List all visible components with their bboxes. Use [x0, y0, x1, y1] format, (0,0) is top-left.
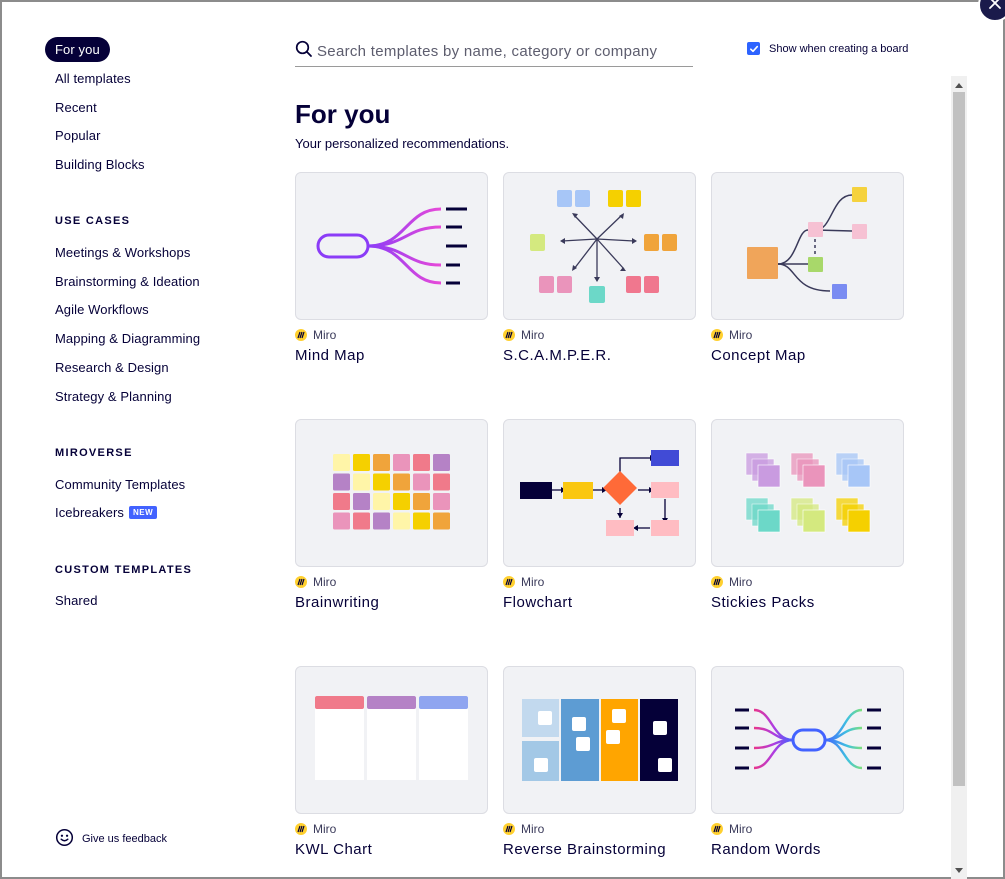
provider-name: Miro: [521, 822, 545, 836]
template-title: KWL Chart: [295, 841, 373, 858]
provider-name: Miro: [521, 575, 545, 589]
template-title: Reverse Brainstorming: [503, 841, 667, 858]
template-title: Brainwriting: [295, 594, 380, 611]
template-card-concept-map[interactable]: Miro Concept Map: [711, 172, 904, 364]
template-title: Flowchart: [503, 594, 573, 611]
sidebar-item-brainstorming[interactable]: Brainstorming & Ideation: [55, 274, 200, 289]
template-card-stickies-packs[interactable]: Miro Stickies Packs: [711, 419, 904, 611]
sidebar-item-label: Icebreakers: [55, 505, 125, 520]
template-card-kwl-chart[interactable]: Miro KWL Chart: [295, 666, 488, 858]
miro-logo-icon: [503, 576, 515, 588]
sidebar: For you All templates Recent Popular Bui…: [2, 2, 262, 879]
sidebar-item-community-templates[interactable]: Community Templates: [55, 477, 185, 492]
provider-name: Miro: [313, 575, 337, 589]
show-when-creating-toggle[interactable]: Show when creating a board: [747, 42, 908, 55]
page-subtitle: Your personalized recommendations.: [295, 136, 510, 151]
sidebar-item-strategy[interactable]: Strategy & Planning: [55, 389, 172, 404]
template-title: Random Words: [711, 841, 821, 858]
sidebar-item-research[interactable]: Research & Design: [55, 360, 169, 375]
template-card-brainwriting[interactable]: Miro Brainwriting: [295, 419, 488, 611]
template-thumbnail: [503, 419, 696, 567]
miro-logo-icon: [503, 329, 515, 341]
sidebar-item-agile[interactable]: Agile Workflows: [55, 302, 149, 317]
template-thumbnail: [711, 172, 904, 320]
template-title: Stickies Packs: [711, 594, 815, 611]
template-thumbnail: [295, 419, 488, 567]
miro-logo-icon: [711, 823, 723, 835]
smile-icon: [55, 828, 74, 850]
provider: Miro: [711, 575, 904, 589]
sidebar-item-building-blocks[interactable]: Building Blocks: [55, 157, 145, 172]
provider: Miro: [711, 328, 904, 342]
provider-name: Miro: [313, 328, 337, 342]
provider-name: Miro: [729, 328, 753, 342]
template-thumbnail: [503, 666, 696, 814]
sidebar-item-recent[interactable]: Recent: [55, 100, 97, 115]
miroverse-heading: MIROVERSE: [55, 447, 133, 459]
provider-name: Miro: [729, 822, 753, 836]
provider-name: Miro: [313, 822, 337, 836]
close-icon: [988, 0, 1002, 15]
template-card-reverse-brainstorming[interactable]: Miro Reverse Brainstorming: [503, 666, 696, 858]
search-icon: [295, 40, 313, 63]
template-thumbnail: [711, 666, 904, 814]
template-picker-modal: For you All templates Recent Popular Bui…: [0, 0, 1005, 879]
provider: Miro: [503, 328, 696, 342]
template-title: S.C.A.M.P.E.R.: [503, 347, 612, 364]
provider: Miro: [295, 328, 488, 342]
miro-logo-icon: [503, 823, 515, 835]
page-title: For you: [295, 99, 391, 129]
scroll-up-icon[interactable]: [951, 78, 967, 92]
miro-logo-icon: [711, 576, 723, 588]
show-when-creating-checkbox[interactable]: [747, 42, 760, 55]
sidebar-item-shared[interactable]: Shared: [55, 593, 98, 608]
template-card-flowchart[interactable]: Miro Flowchart: [503, 419, 696, 611]
provider: Miro: [711, 822, 904, 836]
new-badge: NEW: [129, 506, 158, 519]
show-when-creating-label: Show when creating a board: [769, 42, 909, 55]
provider-name: Miro: [521, 328, 545, 342]
template-card-scamper[interactable]: Miro S.C.A.M.P.E.R.: [503, 172, 696, 364]
use-cases-heading: USE CASES: [55, 215, 131, 227]
template-card-random-words[interactable]: Miro Random Words: [711, 666, 904, 858]
scrollbar-thumb[interactable]: [953, 92, 965, 786]
provider: Miro: [295, 822, 488, 836]
template-thumbnail: [295, 172, 488, 320]
provider: Miro: [503, 822, 696, 836]
sidebar-item-meetings[interactable]: Meetings & Workshops: [55, 245, 190, 260]
miro-logo-icon: [295, 329, 307, 341]
scroll-down-icon[interactable]: [951, 863, 967, 877]
miro-logo-icon: [295, 823, 307, 835]
template-thumbnail: [711, 419, 904, 567]
search-bar: [295, 36, 693, 67]
template-title: Mind Map: [295, 347, 365, 364]
sidebar-item-all-templates[interactable]: All templates: [55, 71, 131, 86]
miro-logo-icon: [711, 329, 723, 341]
template-thumbnail: [295, 666, 488, 814]
custom-templates-heading: CUSTOM TEMPLATES: [55, 564, 193, 576]
provider: Miro: [295, 575, 488, 589]
feedback-link[interactable]: Give us feedback: [55, 828, 167, 850]
template-title: Concept Map: [711, 347, 806, 364]
sidebar-item-mapping[interactable]: Mapping & Diagramming: [55, 331, 200, 346]
provider-name: Miro: [729, 575, 753, 589]
search-input[interactable]: [317, 42, 687, 60]
template-thumbnail: [503, 172, 696, 320]
feedback-label: Give us feedback: [82, 833, 167, 845]
sidebar-item-icebreakers[interactable]: Icebreakers NEW: [55, 505, 158, 520]
template-card-mind-map[interactable]: Miro Mind Map: [295, 172, 488, 364]
sidebar-item-for-you[interactable]: For you: [45, 37, 110, 62]
provider: Miro: [503, 575, 696, 589]
sidebar-item-popular[interactable]: Popular: [55, 128, 101, 143]
miro-logo-icon: [295, 576, 307, 588]
